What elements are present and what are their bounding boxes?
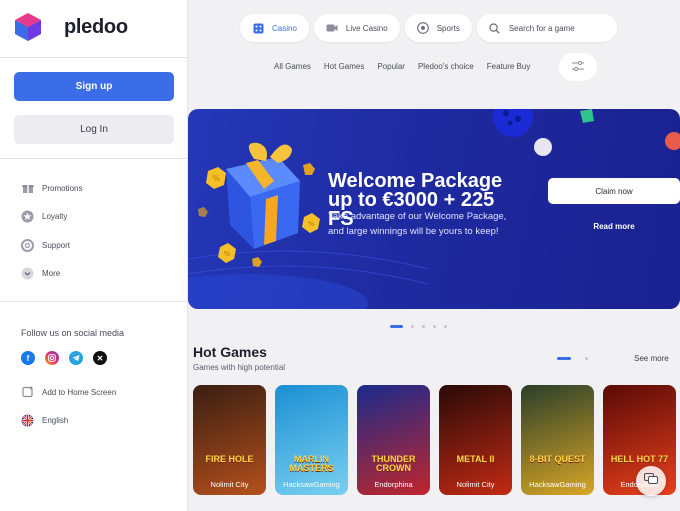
svg-text:%: % [212, 174, 220, 183]
pledoo-logo-icon [15, 13, 41, 41]
svg-text:%: % [308, 220, 315, 228]
facebook-icon[interactable]: f [21, 351, 35, 365]
sidebar: pledoo Sign up Log In Promotions Loyalty… [0, 0, 188, 511]
logo[interactable]: pledoo [14, 12, 128, 42]
game-thumbnail [439, 385, 512, 495]
sidebar-item-label: Promotions [42, 183, 83, 193]
star-icon [21, 210, 34, 223]
chat-button[interactable] [636, 466, 666, 496]
game-art-title: METAL II [456, 454, 495, 464]
tab-sports-label: Sports [436, 23, 460, 33]
promo-banner[interactable]: % % % Welcome Package up to €3000 + 225 … [188, 109, 680, 309]
banner-pagination [390, 325, 447, 328]
chevron-down-icon [21, 267, 34, 280]
category-all-games[interactable]: All Games [274, 62, 311, 71]
social-title: Follow us on social media [21, 328, 125, 338]
slide-dot[interactable] [390, 325, 403, 328]
add-to-home-label: Add to Home Screen [42, 387, 117, 397]
see-more-link[interactable]: See more [634, 354, 669, 363]
tab-sports[interactable]: Sports [404, 14, 472, 42]
game-card[interactable]: METAL II Nolimit City [439, 385, 512, 495]
game-art-title: HELL HOT 77 [610, 454, 669, 464]
gift-box-art [226, 142, 300, 249]
section-subtitle: Games with high potential [193, 363, 286, 372]
game-art-title: FIRE HOLE [205, 454, 254, 464]
sidebar-item-label: Loyalty [42, 211, 68, 221]
soccer-ball-icon [416, 22, 429, 34]
slide-dot[interactable] [444, 325, 447, 328]
slide-dot[interactable] [422, 325, 425, 328]
search-icon [489, 22, 501, 34]
page-dot[interactable] [585, 357, 588, 360]
filter-button[interactable] [559, 53, 597, 81]
game-provider: Nolimit City [456, 480, 495, 489]
slide-dot[interactable] [433, 325, 436, 328]
category-pledoos-choice[interactable]: Pledoo's choice [418, 62, 474, 71]
svg-text:%: % [224, 250, 231, 258]
add-screen-icon [21, 386, 34, 399]
claim-now-button[interactable]: Claim now [548, 178, 680, 204]
brand-name: pledoo [64, 16, 128, 38]
login-button[interactable]: Log In [14, 115, 174, 144]
game-art-title: THUNDER CROWN [371, 454, 416, 473]
game-provider: Endorphina [374, 480, 413, 489]
search-placeholder: Search for a game [508, 23, 575, 33]
carousel-pagination [557, 357, 588, 360]
signup-button[interactable]: Sign up [14, 72, 174, 101]
game-card[interactable]: THUNDER CROWN Endorphina [357, 385, 430, 495]
video-camera-icon [326, 22, 338, 34]
social-links: f ✕ [21, 351, 107, 365]
tab-casino-label: Casino [272, 23, 297, 33]
game-provider: HacksawGaming [529, 480, 586, 489]
search-input[interactable]: Search for a game [476, 14, 617, 42]
game-thumbnail [275, 385, 348, 495]
sidebar-item-label: More [42, 268, 61, 278]
game-thumbnail [193, 385, 266, 495]
sidebar-item-more[interactable]: More [21, 265, 60, 281]
category-popular[interactable]: Popular [377, 62, 405, 71]
chat-icon [644, 472, 658, 490]
game-list: FIRE HOLE Nolimit City MARLIN MASTERS Ha… [193, 385, 676, 495]
read-more-link[interactable]: Read more [548, 222, 680, 231]
game-card[interactable]: FIRE HOLE Nolimit City [193, 385, 266, 495]
tab-live-casino[interactable]: Live Casino [313, 14, 400, 42]
game-thumbnail [521, 385, 594, 495]
game-art-title: 8-BIT QUEST [529, 454, 586, 464]
casino-icon [252, 22, 264, 34]
sliders-icon [572, 58, 584, 76]
category-feature-buy[interactable]: Feature Buy [487, 62, 531, 71]
slide-dot[interactable] [411, 325, 414, 328]
game-provider: Nolimit City [210, 480, 249, 489]
sidebar-item-support[interactable]: Support [21, 237, 70, 253]
banner-subtitle: Take advantage of our Welcome Package, a… [328, 211, 507, 237]
divider [0, 57, 188, 58]
game-thumbnail [357, 385, 430, 495]
telegram-icon[interactable] [69, 351, 83, 365]
add-to-home-screen[interactable]: Add to Home Screen [21, 384, 116, 400]
uk-flag-icon [21, 414, 34, 427]
tab-live-casino-label: Live Casino [345, 23, 388, 33]
section-title: Hot Games [193, 344, 267, 360]
top-navigation: Casino Live Casino Sports Search for a g… [240, 14, 617, 42]
language-selector[interactable]: English [21, 412, 68, 428]
tab-casino[interactable]: Casino [240, 14, 309, 42]
game-provider: HacksawGaming [283, 480, 340, 489]
sidebar-item-label: Support [42, 240, 71, 250]
instagram-icon[interactable] [45, 351, 59, 365]
x-icon[interactable]: ✕ [93, 351, 107, 365]
game-art-title: MARLIN MASTERS [289, 454, 334, 473]
divider [0, 301, 188, 302]
category-tabs: All Games Hot Games Popular Pledoo's cho… [274, 62, 530, 71]
divider [0, 158, 188, 159]
language-label: English [42, 415, 69, 425]
sidebar-item-loyalty[interactable]: Loyalty [21, 208, 67, 224]
gift-icon [21, 182, 34, 195]
game-card[interactable]: MARLIN MASTERS HacksawGaming [275, 385, 348, 495]
game-card[interactable]: 8-BIT QUEST HacksawGaming [521, 385, 594, 495]
page-dot[interactable] [557, 357, 571, 360]
sidebar-item-promotions[interactable]: Promotions [21, 180, 82, 196]
lifebuoy-icon [21, 238, 34, 252]
category-hot-games[interactable]: Hot Games [324, 62, 364, 71]
